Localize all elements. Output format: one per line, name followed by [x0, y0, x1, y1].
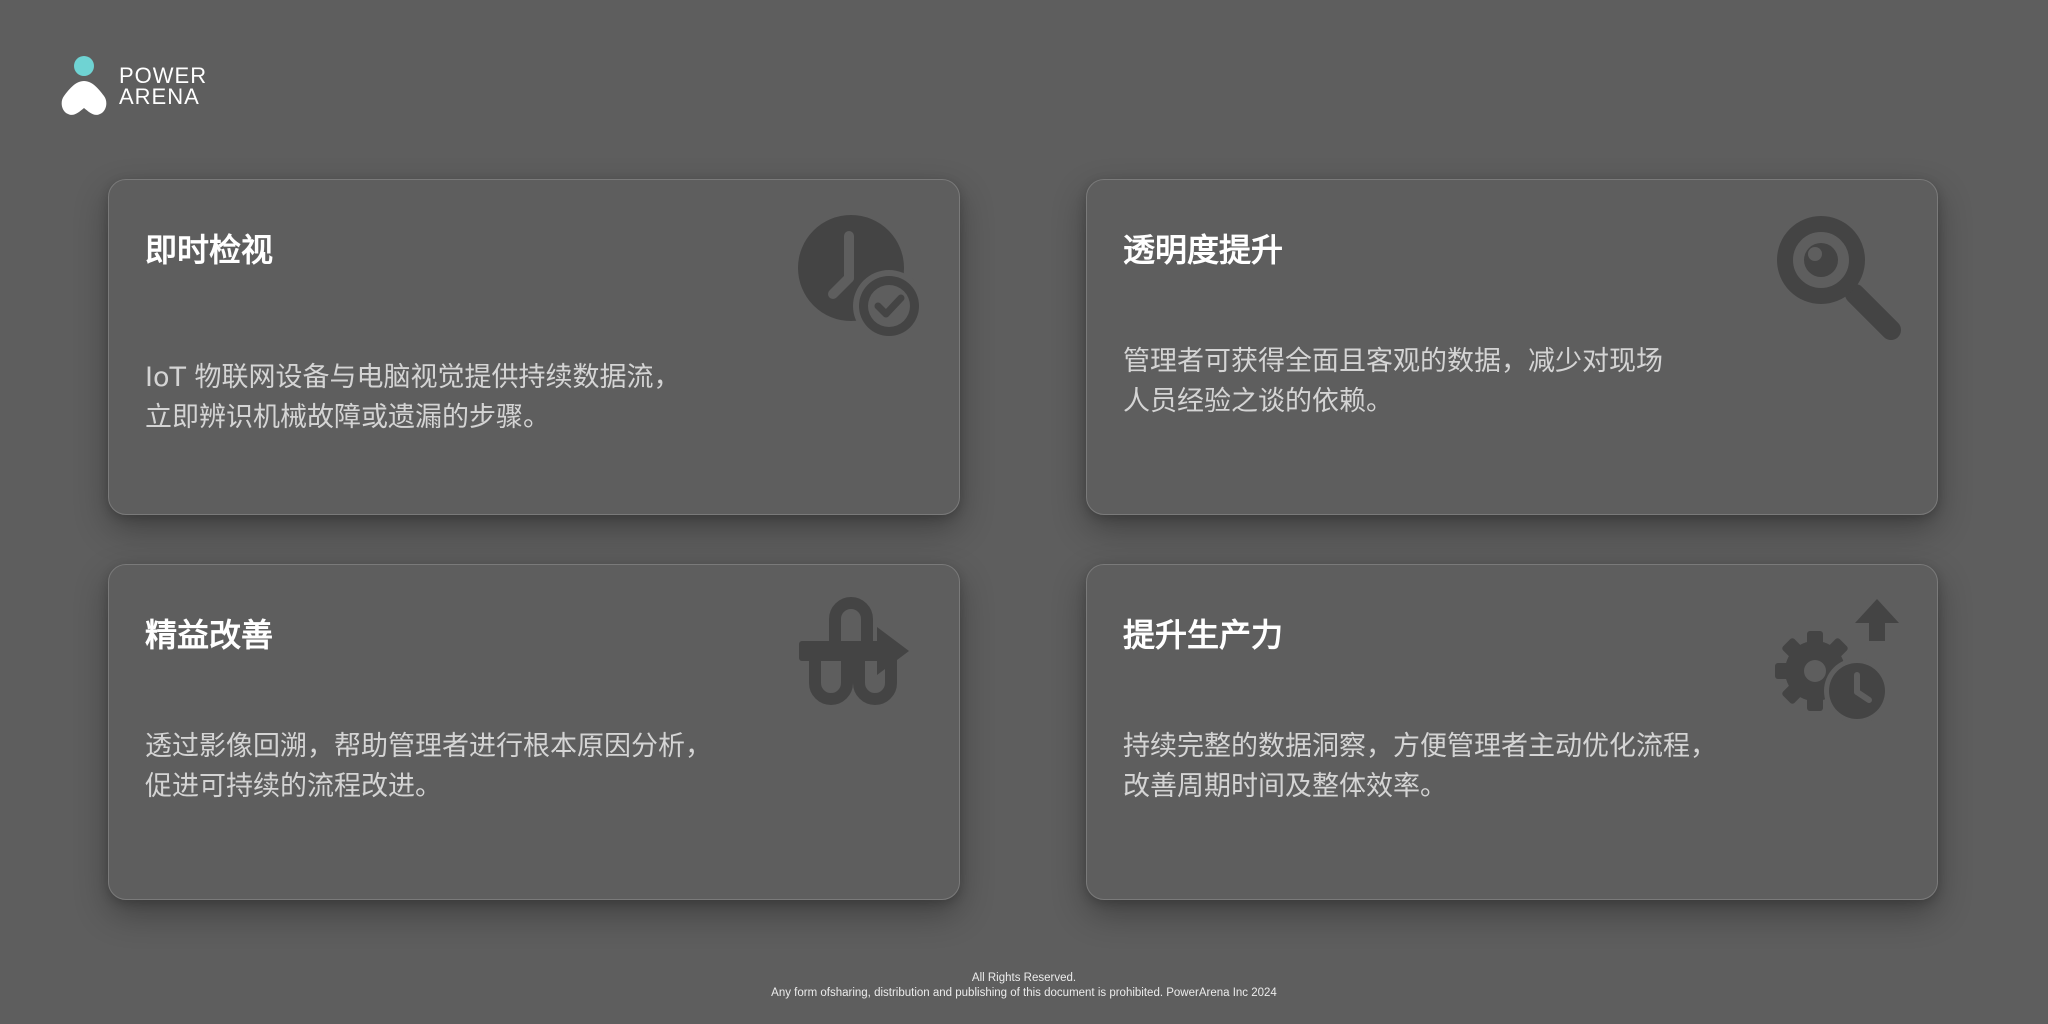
card-description-line-2: 立即辨识机械故障或遗漏的步骤。 [145, 402, 550, 433]
brand-wordmark: POWER ARENA [119, 63, 208, 109]
footer-disclaimer: Any form ofsharing, distribution and pub… [771, 987, 1277, 999]
card-description: 管理者可获得全面且客观的数据，减少对现场 人员经验之谈的依赖。 [1123, 342, 1743, 422]
gear-clock-arrow-up-icon [1775, 599, 1899, 724]
feature-card-realtime-inspection: 即时检视 IoT 物联网设备与电脑视觉提供持续数据流， 立即辨识机械故障或遗漏的… [108, 179, 960, 515]
footer-rights: All Rights Reserved. [971, 972, 1077, 984]
card-description-line-2: 促进可持续的流程改进。 [145, 771, 442, 802]
feature-card-productivity: 提升生产力 持续完整的数据洞察，方便管理者主动优化流程， 改善周期时间及整体效率… [1086, 564, 1938, 900]
brand-line-2: ARENA [119, 84, 200, 109]
card-description: 透过影像回溯，帮助管理者进行根本原因分析， 促进可持续的流程改进。 [145, 727, 765, 807]
card-title: 提升生产力 [1123, 616, 1284, 654]
card-description-line-1: 持续完整的数据洞察，方便管理者主动优化流程， [1123, 731, 1717, 762]
card-title: 透明度提升 [1123, 231, 1284, 269]
card-description-line-1: 管理者可获得全面且客观的数据，减少对现场 [1123, 346, 1663, 377]
magnifier-icon [1777, 216, 1901, 340]
card-description-line-2: 人员经验之谈的依赖。 [1123, 386, 1393, 417]
card-description: IoT 物联网设备与电脑视觉提供持续数据流， 立即辨识机械故障或遗漏的步骤。 [145, 358, 765, 438]
card-description-line-1: IoT 物联网设备与电脑视觉提供持续数据流， [145, 362, 681, 393]
feature-card-transparency: 透明度提升 管理者可获得全面且客观的数据，减少对现场 人员经验之谈的依赖。 [1086, 179, 1938, 515]
card-description-line-2: 改善周期时间及整体效率。 [1123, 771, 1447, 802]
clock-check-icon [798, 215, 923, 340]
person-logo-icon [61, 56, 107, 115]
card-title: 即时检视 [145, 231, 274, 269]
feature-card-lean-improvement: 精益改善 透过影像回溯，帮助管理者进行根本原因分析， 促进可持续的流程改进。 [108, 564, 960, 900]
brand-line-1: POWER [119, 63, 208, 88]
brand-logo: POWER ARENA [60, 56, 230, 116]
card-description-line-1: 透过影像回溯，帮助管理者进行根本原因分析， [145, 731, 712, 762]
card-description: 持续完整的数据洞察，方便管理者主动优化流程， 改善周期时间及整体效率。 [1123, 727, 1743, 807]
card-title: 精益改善 [145, 616, 274, 654]
footer: All Rights Reserved. Any form ofsharing,… [0, 971, 2048, 1001]
process-loop-arrow-icon [799, 597, 909, 705]
